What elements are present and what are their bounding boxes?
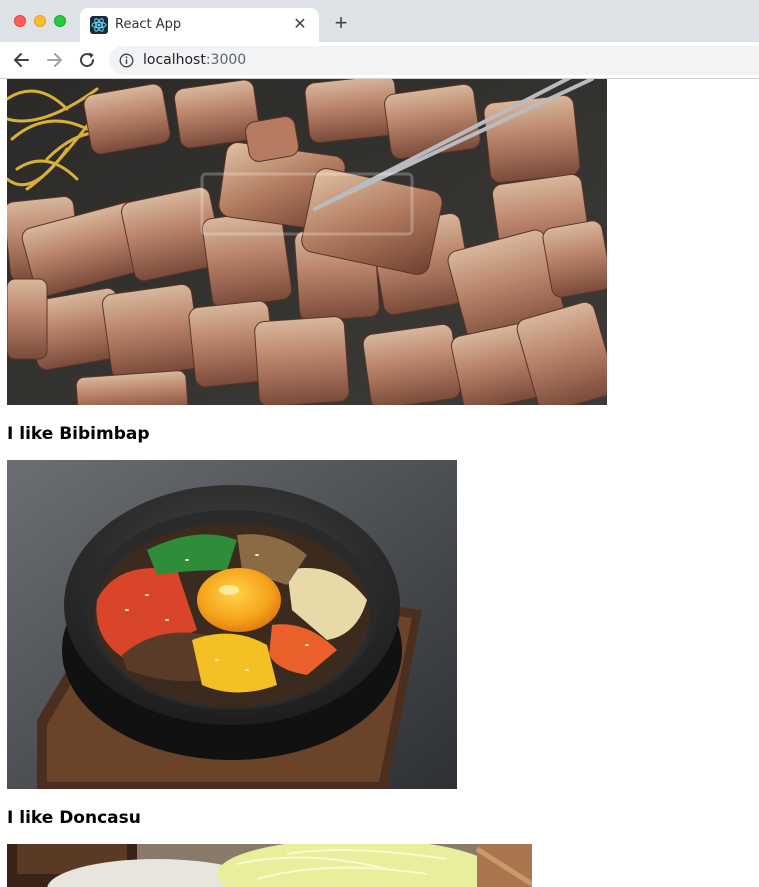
doncasu-plate-photo-icon xyxy=(7,844,532,887)
minimize-window-button[interactable] xyxy=(34,15,46,27)
new-tab-button[interactable]: + xyxy=(330,12,352,35)
doncasu-image xyxy=(7,844,532,887)
info-icon[interactable] xyxy=(119,53,134,68)
close-tab-icon[interactable]: ✕ xyxy=(291,16,309,34)
url-text: localhost:3000 xyxy=(143,52,247,68)
close-window-button[interactable] xyxy=(14,15,26,27)
tab-title: React App xyxy=(115,17,182,32)
tab-strip: React App ✕ + xyxy=(0,0,759,42)
forward-arrow-icon[interactable] xyxy=(44,50,64,70)
tab-react-app[interactable]: React App ✕ xyxy=(80,8,319,42)
browser-chrome: React App ✕ + localhost:3000 xyxy=(0,0,759,79)
browser-toolbar: localhost:3000 xyxy=(0,42,759,79)
doncasu-heading: I like Doncasu xyxy=(7,808,141,828)
samgyeopsal-image xyxy=(7,79,607,405)
back-arrow-icon[interactable] xyxy=(12,50,32,70)
maximize-window-button[interactable] xyxy=(54,15,66,27)
grilled-pork-belly-photo-icon xyxy=(7,79,607,405)
bibimbap-bowl-photo-icon xyxy=(7,460,457,789)
bibimbap-image xyxy=(7,460,457,789)
bibimbap-heading: I like Bibimbap xyxy=(7,424,150,444)
address-bar[interactable]: localhost:3000 xyxy=(109,46,759,75)
page-content: I like Bibimbap I like Doncasu xyxy=(0,79,759,887)
reload-icon[interactable] xyxy=(77,50,97,70)
react-logo-icon xyxy=(90,16,108,34)
